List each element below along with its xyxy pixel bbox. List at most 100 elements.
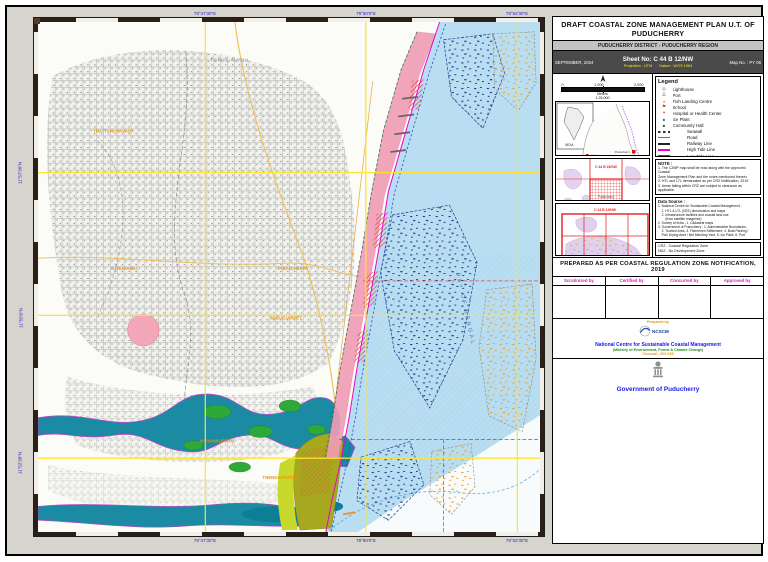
scale-bar [560, 86, 645, 93]
coordinate-label: 79°52'30"E [505, 538, 529, 543]
signature-cell [659, 286, 711, 318]
coordinate-label: 79°52'30"E [505, 11, 529, 16]
panel-left-column: 0 1,000 2,000 Meters 1:25,000 INDIA Pudu… [553, 74, 653, 257]
map-date: SEPTEMBER, 2024 [555, 59, 594, 65]
location-inset-map: INDIA Puducherry Karaikal Mahe Tamil Nad… [555, 101, 650, 157]
signature-cell [606, 286, 658, 318]
map-number: Map No. : PY 06 [729, 59, 761, 65]
mahe-marker [586, 154, 589, 156]
signature-cell [553, 286, 605, 318]
legend-item-label: School [672, 104, 686, 110]
legend-title: Legend [658, 79, 678, 85]
note-line: 3. Areas falling within CRZ are subject … [658, 183, 742, 193]
place-label: ARIYANKUPPAM [199, 438, 234, 443]
coordinate-label: 11°57'30"N [17, 161, 23, 185]
czmp-map-sheet-page: TAMIL NADU BAY OF BENGAL THATTANCHAVADY … [0, 0, 768, 562]
government-name: Government of Puducherry [616, 385, 700, 393]
north-arrow-icon [600, 75, 605, 82]
legend-item-label: Railway Line [687, 141, 712, 147]
ncscm-logo: NCSCM [639, 325, 669, 336]
legend-symbol-icon: ■ [662, 123, 666, 129]
signature-cell [711, 286, 763, 318]
datum-label: Datum : WGS 1984 [659, 64, 693, 68]
legend: Legend ◎ Lighthouse ⚓ Port ★ Fish Landin… [655, 76, 761, 157]
prepared-by-label: Prepared by [647, 319, 669, 324]
map-subtitle: PUDUCHERRY DISTRICT - PUDUCHERRY REGION [553, 41, 763, 51]
scale-ratio: 1:25,000 [595, 96, 610, 101]
coordinate-label: 11°55'0"N [18, 308, 24, 328]
organization-city: Chennai - 600 025 [642, 351, 674, 356]
projection-label: Projection : UTM [623, 64, 653, 68]
note-line: 1. The CZMP map shall be read along with… [658, 166, 746, 175]
place-label: OZHUKARAI [111, 266, 137, 271]
signature-header: Scrutinized by [553, 277, 605, 286]
legend-item-label: Lighthouse [672, 86, 694, 92]
note-box: NOTE : 1. The CZMP map shall be read alo… [655, 158, 761, 195]
legend-symbol-icon: ⚑ [661, 104, 667, 110]
legend-symbol-icon: ★ [662, 98, 666, 104]
mahe-label: Mahe [591, 154, 599, 156]
neatline-right [540, 18, 544, 536]
sheet-label-top: C 44 B 16/SW [595, 165, 617, 169]
main-map: TAMIL NADU BAY OF BENGAL THATTANCHAVADY … [17, 11, 560, 543]
signature-column: Scrutinized by [553, 276, 606, 318]
region-label: TAMIL NADU [210, 57, 249, 63]
sheet-index-inset-2: C 44 B 12/NW [555, 203, 650, 256]
panel-right-column: Legend ◎ Lighthouse ⚓ Port ★ Fish Landin… [653, 74, 763, 257]
sheet-number: Sheet No: C 44 B 12/NW [622, 56, 694, 63]
map-title: DRAFT COASTAL ZONE MANAGEMENT PLAN U.T. … [553, 17, 763, 41]
signature-column: Approved by [711, 277, 763, 318]
legend-point-list: ◎ Lighthouse ⚓ Port ★ Fish Landing Centr… [658, 86, 758, 156]
scale-bar-block: 0 1,000 2,000 Meters 1:25,000 [553, 74, 652, 100]
legend-symbol-icon: ◎ [661, 86, 667, 92]
coordinate-label: 79°47'30"E [193, 11, 217, 16]
signature-table: Scrutinized by Certified by Concurred by… [553, 276, 763, 319]
legend-item-label: High Tide Line [687, 147, 716, 153]
signature-header: Approved by [711, 277, 763, 286]
svg-text:NCSCM: NCSCM [652, 329, 669, 334]
info-panel: DRAFT COASTAL ZONE MANAGEMENT PLAN U.T. … [552, 16, 764, 544]
signature-column: Concurred by [658, 276, 712, 318]
legend-item-label: Hospital or Health Center [672, 110, 722, 116]
india-label: INDIA [565, 143, 574, 147]
note-line: 2. HTL and LTL demarcated as per CRZ Not… [658, 179, 750, 184]
coordinate-label: 79°47'30"E [193, 538, 217, 543]
neatline-top [34, 18, 544, 22]
legend-swatch [658, 142, 670, 145]
sheet-info-bar: SEPTEMBER, 2024 Sheet No: C 44 B 12/NW P… [553, 51, 763, 74]
signature-column: Certified by [605, 276, 659, 318]
legend-item: Low Tide Line [658, 153, 758, 156]
signature-header: Certified by [605, 277, 658, 286]
legend-symbol-icon: ⚓ [661, 92, 667, 98]
legend-item-label: Low Tide Line [687, 153, 715, 157]
neatline-left [34, 18, 38, 536]
legend-item-label: Community Hall [672, 123, 704, 129]
data-source-box: Data Source : 1. National Centre for Sus… [655, 196, 761, 240]
puducherry-label: Puducherry [615, 150, 631, 154]
legend-swatch [658, 155, 670, 156]
legend-item-label: Fish Landing Centre [672, 98, 713, 104]
legend-item-label: Ice Plant [672, 117, 690, 123]
sheet-label: C 44 B 12/NW [594, 208, 617, 212]
puducherry-marker [632, 150, 636, 154]
government-block: Government of Puducherry [553, 359, 763, 544]
coordinate-label: 11°52'30"N [17, 451, 23, 475]
legend-swatch [658, 130, 670, 133]
place-label: THATTANCHAVADY [93, 128, 134, 133]
abbreviation-line: NDZ - No Development Zone [658, 248, 705, 253]
place-label: PUDUCHERRY [278, 266, 308, 271]
sheet-index-inset-1: C 44 B 16/SW Puducherry C 44 B 12/SW [555, 158, 650, 202]
legend-symbol-icon: + [662, 110, 666, 116]
legend-item-label: Seawall [687, 129, 703, 135]
legend-swatch [658, 137, 670, 139]
puducherry-emblem-icon [653, 360, 663, 377]
prepared-as-per-line: PREPARED AS PER COASTAL REGULATION ZONE … [553, 256, 763, 277]
map-canvas: TAMIL NADU BAY OF BENGAL THATTANCHAVADY … [38, 22, 542, 534]
legend-swatch [658, 149, 670, 151]
neatline-bottom [34, 532, 544, 536]
abbreviations-box: CRZ - Coastal Regulation Zone NDZ - No De… [655, 241, 761, 256]
neatline-corner [34, 18, 40, 24]
legend-item-label: Road [687, 135, 698, 141]
place-label: MUDALIARPET [270, 315, 302, 320]
sheet-center-label: Puducherry [598, 195, 615, 199]
